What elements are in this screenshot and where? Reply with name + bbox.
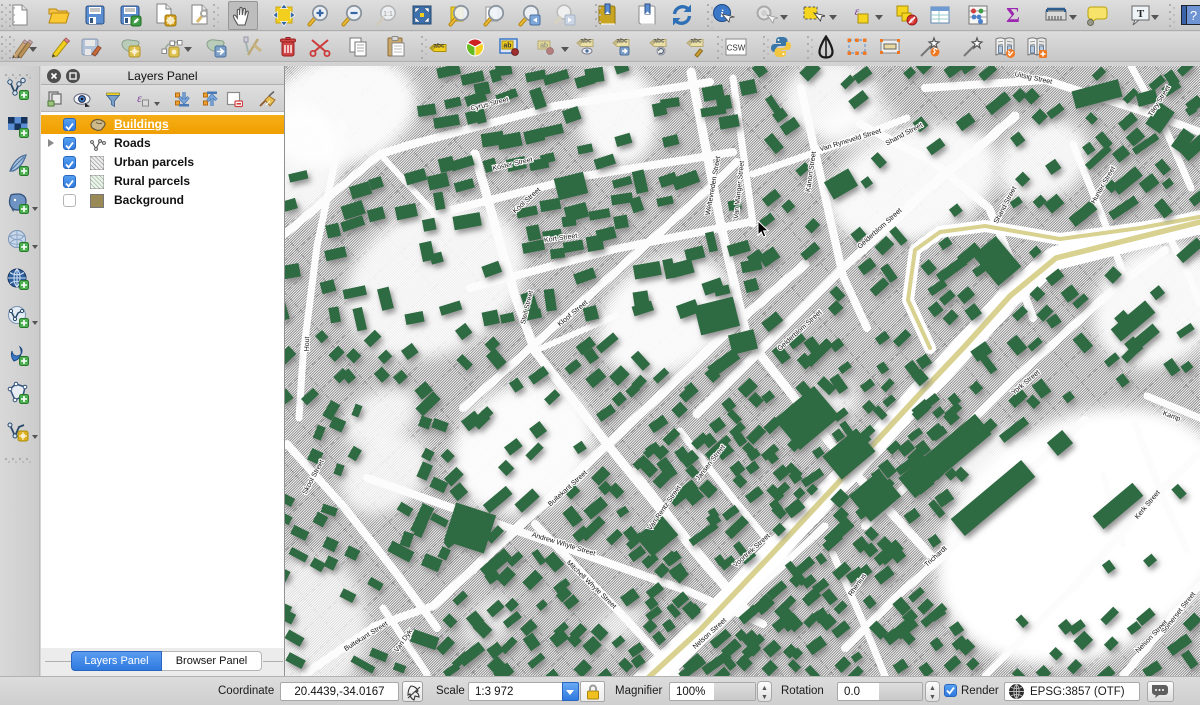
svg-text:abc: abc bbox=[616, 38, 628, 45]
svg-text:abc: abc bbox=[580, 38, 592, 45]
svg-text:ab: ab bbox=[503, 43, 511, 50]
svg-text:ab: ab bbox=[540, 43, 548, 50]
svg-text:Hout: Hout bbox=[304, 336, 312, 351]
svg-text:abc: abc bbox=[653, 38, 665, 45]
svg-text:abc: abc bbox=[690, 38, 702, 45]
svg-text:CSW: CSW bbox=[727, 44, 746, 53]
svg-text:T: T bbox=[1137, 8, 1145, 20]
svg-text:?: ? bbox=[1190, 8, 1197, 23]
svg-text:Σ: Σ bbox=[1006, 3, 1020, 27]
svg-text:1:1: 1:1 bbox=[383, 11, 393, 18]
svg-text:e: e bbox=[910, 18, 914, 25]
svg-text:ε: ε bbox=[137, 91, 142, 105]
svg-text:abc: abc bbox=[433, 43, 445, 50]
